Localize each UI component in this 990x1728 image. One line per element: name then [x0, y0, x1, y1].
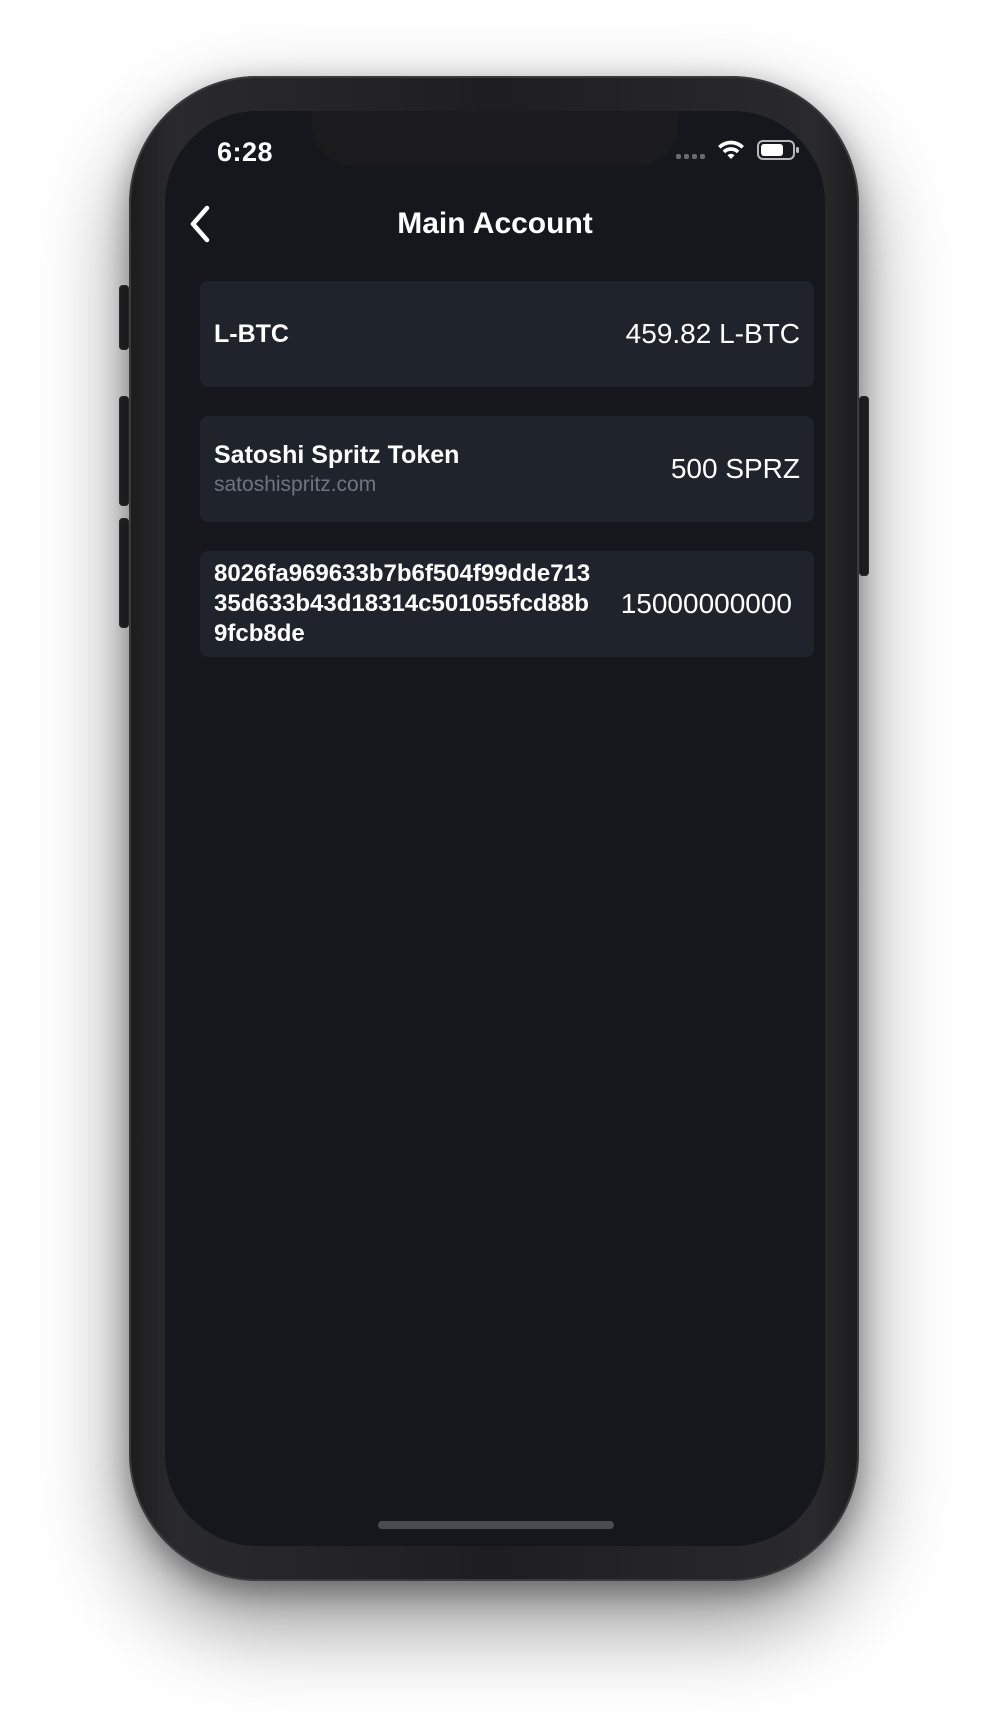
device-mockup: 6:28 Main Account L-BTC 459.82 L-BTC Sat… — [0, 0, 990, 1728]
status-icons — [676, 139, 801, 161]
home-indicator[interactable] — [378, 1521, 614, 1529]
battery-icon — [757, 140, 799, 160]
asset-name: Satoshi Spritz Token — [214, 441, 460, 469]
asset-amount: 500 SPRZ — [670, 453, 800, 484]
silent-switch — [119, 285, 129, 350]
asset-list: L-BTC 459.82 L-BTC Satoshi Spritz Token … — [200, 281, 814, 686]
volume-up-button — [119, 396, 129, 506]
asset-domain: satoshispritz.com — [214, 473, 377, 496]
page-title: Main Account — [397, 207, 593, 240]
wifi-icon — [718, 140, 744, 159]
notch — [312, 111, 678, 165]
signal-icon — [676, 141, 705, 159]
asset-row-unknown[interactable]: 8026fa969633b7b6f504f99dde71335d633b43d1… — [200, 551, 814, 657]
asset-name: L-BTC — [214, 320, 289, 348]
asset-info: L-BTC — [214, 319, 289, 349]
asset-row-sprz[interactable]: Satoshi Spritz Token satoshispritz.com 5… — [200, 416, 814, 522]
asset-amount: 15000000000 — [620, 588, 792, 619]
status-time: 6:28 — [217, 137, 274, 167]
volume-down-button — [119, 518, 129, 628]
asset-amount: 459.82 L-BTC — [625, 318, 800, 349]
asset-row-lbtc[interactable]: L-BTC 459.82 L-BTC — [200, 281, 814, 387]
asset-id: 8026fa969633b7b6f504f99dde71335d633b43d1… — [214, 560, 591, 647]
power-button — [859, 396, 869, 576]
app-screen: 6:28 Main Account L-BTC 459.82 L-BTC Sat… — [165, 111, 825, 1546]
asset-info: Satoshi Spritz Token satoshispritz.com — [214, 440, 459, 498]
